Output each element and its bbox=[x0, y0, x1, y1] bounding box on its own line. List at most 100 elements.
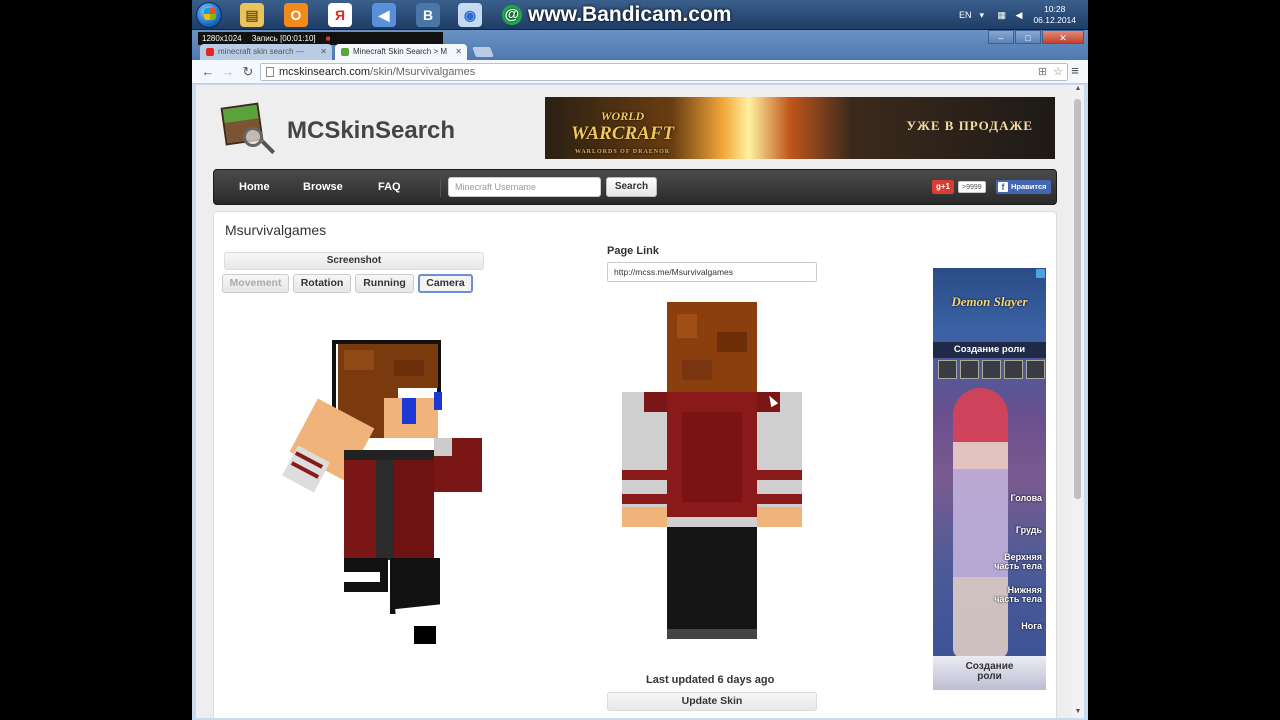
bandicam-watermark: @ www.Bandicam.com bbox=[502, 2, 731, 28]
system-tray: EN ▾ ▦ ◀ 10:28 06.12.2014 bbox=[959, 0, 1088, 30]
page-link-field[interactable]: http://mcss.me/Msurvivalgames bbox=[607, 262, 817, 282]
side-ad-character-image bbox=[953, 388, 1008, 658]
mcskinsearch-favicon-icon bbox=[341, 48, 349, 56]
clock-time: 10:28 bbox=[1044, 4, 1066, 14]
rotation-button[interactable]: Rotation bbox=[293, 274, 351, 293]
start-button[interactable] bbox=[196, 2, 222, 28]
tab-label: minecraft skin search — bbox=[218, 47, 304, 56]
banner-ad[interactable]: WORLD WARCRAFT WARLORDS OF DRAENOR УЖЕ В… bbox=[545, 97, 1055, 159]
last-updated-text: Last updated 6 days ago bbox=[646, 674, 775, 686]
side-ad-part-lower-body: Нижняя часть тела bbox=[994, 585, 1042, 604]
address-bar[interactable]: mcskinsearch.com/skin/Msurvivalgames ⊞ ☆ bbox=[260, 63, 1068, 81]
running-button[interactable]: Running bbox=[355, 274, 414, 293]
yandex-icon[interactable]: Я bbox=[328, 3, 352, 27]
scroll-up-icon[interactable]: ▲ bbox=[1072, 85, 1084, 95]
side-ad-part-chest: Грудь bbox=[1015, 525, 1042, 535]
facebook-like-label: Нравится bbox=[1011, 182, 1047, 191]
desktop: ▤ О Я ◀ В ◉ @ www.Bandicam.com EN ▾ ▦ ◀ … bbox=[192, 0, 1088, 720]
side-ad-cta[interactable]: Создание роли bbox=[933, 656, 1046, 690]
nav-faq[interactable]: FAQ bbox=[378, 170, 401, 204]
speaker-app-icon[interactable]: ◀ bbox=[372, 3, 396, 27]
camera-button[interactable]: Camera bbox=[418, 274, 473, 293]
side-ad-part-leg: Нога bbox=[1021, 621, 1042, 631]
side-ad-part-upper-body: Верхняя часть тела bbox=[994, 552, 1042, 571]
username-search-input[interactable]: Minecraft Username bbox=[448, 177, 601, 197]
skin-3d-preview[interactable] bbox=[282, 340, 514, 670]
skin-username-title: Msurvivalgames bbox=[225, 222, 327, 238]
window-controls: – □ ✕ bbox=[988, 30, 1084, 44]
back-button[interactable]: ← bbox=[200, 64, 216, 80]
scrollbar-thumb[interactable] bbox=[1074, 99, 1081, 499]
clock[interactable]: 10:28 06.12.2014 bbox=[1033, 4, 1076, 26]
movement-button[interactable]: Movement bbox=[222, 274, 289, 293]
clock-date: 06.12.2014 bbox=[1033, 15, 1076, 25]
side-ad-title: Demon Slayer bbox=[951, 294, 1028, 309]
url-host: mcskinsearch.com bbox=[279, 66, 371, 78]
side-ad[interactable]: Demon Slayer Создание роли Голова Грудь … bbox=[933, 268, 1046, 690]
page-icon bbox=[266, 67, 274, 77]
bookmark-star-icon[interactable]: ☆ bbox=[1053, 64, 1063, 80]
nav-divider bbox=[440, 179, 441, 197]
tab-strip: 1280x1024 Запись [00:01:10] ■ minecraft … bbox=[192, 30, 1088, 60]
windows-logo-icon bbox=[204, 8, 216, 20]
browser-toolbar: ← → ↻ mcskinsearch.com/skin/Msurvivalgam… bbox=[192, 60, 1088, 84]
tab-close-icon[interactable]: ✕ bbox=[320, 44, 327, 60]
network-icon[interactable]: ▦ bbox=[997, 10, 1007, 20]
close-window-button[interactable]: ✕ bbox=[1042, 30, 1084, 44]
scroll-down-icon[interactable]: ▼ bbox=[1072, 708, 1084, 718]
explorer-icon[interactable]: ▤ bbox=[240, 3, 264, 27]
tab-close-icon[interactable]: ✕ bbox=[455, 44, 462, 60]
skin-2d-preview bbox=[622, 302, 802, 642]
banner-sale-text: УЖЕ В ПРОДАЖЕ bbox=[906, 118, 1033, 133]
translate-icon[interactable]: ⊞ bbox=[1038, 64, 1047, 80]
update-skin-button[interactable]: Update Skin bbox=[607, 692, 817, 711]
odnoklassniki-icon[interactable]: О bbox=[284, 3, 308, 27]
omnibox-actions: ⊞ ☆ bbox=[1038, 64, 1063, 80]
page-link-label: Page Link bbox=[607, 245, 659, 257]
bandicam-text: www.Bandicam.com bbox=[528, 3, 732, 26]
wow-logo: WORLD WARCRAFT WARLORDS OF DRAENOR bbox=[571, 107, 674, 159]
facebook-icon: f bbox=[998, 182, 1008, 192]
search-button[interactable]: Search bbox=[606, 177, 657, 197]
tab-label: Minecraft Skin Search > M bbox=[353, 47, 448, 56]
adchoices-icon[interactable] bbox=[1036, 269, 1045, 278]
maximize-button[interactable]: □ bbox=[1015, 30, 1041, 44]
chrome-taskbar-icon[interactable]: ◉ bbox=[458, 3, 482, 27]
screen: ▤ О Я ◀ В ◉ @ www.Bandicam.com EN ▾ ▦ ◀ … bbox=[0, 0, 1280, 720]
nav-home[interactable]: Home bbox=[239, 170, 270, 204]
google-plus-count: >9999 bbox=[958, 181, 986, 193]
side-ad-cta-label: Создание роли bbox=[965, 661, 1014, 682]
grass-block-magnifier-icon bbox=[220, 102, 277, 159]
tab-mcskinsearch[interactable]: Minecraft Skin Search > M ✕ bbox=[335, 44, 467, 60]
site-logo[interactable]: MCSkinSearch bbox=[220, 102, 456, 159]
side-ad-subtitle: Создание роли bbox=[933, 342, 1046, 358]
vkontakte-icon[interactable]: В bbox=[416, 3, 440, 27]
main-navbar: Home Browse FAQ Minecraft Username Searc… bbox=[213, 169, 1057, 205]
banner-title-line2: WARCRAFT bbox=[571, 123, 675, 144]
volume-icon[interactable]: ◀ bbox=[1015, 10, 1025, 20]
side-ad-thumbnails bbox=[938, 360, 1045, 379]
yandex-favicon-icon bbox=[206, 48, 214, 56]
page-viewport: ▲ ▼ MCSkinSearch WORLD WARCRAFT WARLORDS… bbox=[196, 85, 1084, 718]
minimize-button[interactable]: – bbox=[988, 30, 1014, 44]
nav-browse[interactable]: Browse bbox=[303, 170, 343, 204]
chrome-menu-icon[interactable]: ≡ bbox=[1068, 64, 1082, 78]
google-plus-button[interactable]: g+1 bbox=[932, 180, 954, 194]
forward-button[interactable]: → bbox=[220, 64, 236, 80]
side-ad-part-head: Голова bbox=[1010, 493, 1042, 503]
browser-window: 1280x1024 Запись [00:01:10] ■ minecraft … bbox=[192, 30, 1088, 720]
skin-panel: Msurvivalgames Screenshot Movement Rotat… bbox=[213, 211, 1057, 718]
taskbar: ▤ О Я ◀ В ◉ @ www.Bandicam.com EN ▾ ▦ ◀ … bbox=[192, 0, 1088, 30]
language-indicator[interactable]: EN bbox=[959, 10, 972, 20]
tray-arrow-icon[interactable]: ▾ bbox=[979, 10, 989, 20]
bandicam-logo-icon: @ bbox=[502, 5, 522, 25]
url-path: /skin/Msurvivalgames bbox=[370, 66, 476, 78]
tab-minecraft-skin-search-google[interactable]: minecraft skin search — ✕ bbox=[200, 44, 332, 60]
banner-subtitle: WARLORDS OF DRAENOR bbox=[575, 149, 671, 155]
new-tab-button[interactable] bbox=[472, 47, 494, 57]
reload-button[interactable]: ↻ bbox=[240, 64, 256, 80]
vertical-scrollbar[interactable]: ▲ ▼ bbox=[1072, 85, 1084, 718]
screenshot-button[interactable]: Screenshot bbox=[224, 252, 484, 270]
facebook-like-button[interactable]: f Нравится bbox=[996, 180, 1051, 194]
logo-text: MCSkinSearch bbox=[287, 117, 456, 144]
